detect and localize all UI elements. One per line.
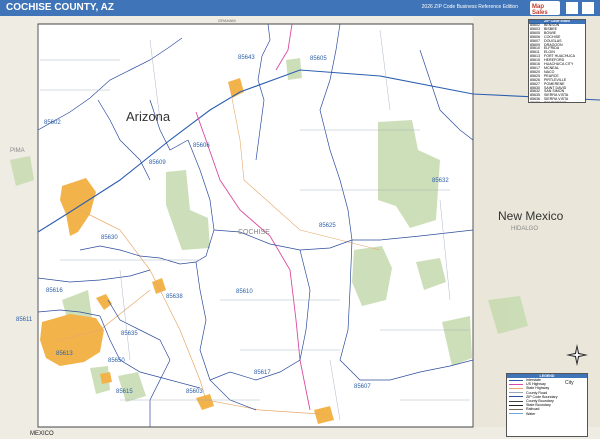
zip-label-85616: 85616	[46, 288, 63, 294]
legend-rows: Interstate US Highway State Highway County …	[507, 378, 587, 416]
zip-label-85609: 85609	[149, 160, 166, 166]
legend-item: Water	[507, 412, 587, 416]
city-hereford	[100, 372, 112, 384]
qr-code-icon	[566, 2, 578, 14]
zip-label-85650: 85650	[108, 358, 125, 364]
zip-label-85625: 85625	[319, 223, 336, 229]
zip-index-row: 85638 TOMBSTONE	[530, 101, 567, 102]
legend-swatch	[509, 396, 523, 398]
legend-swatch	[509, 383, 523, 385]
legend-city-label: City	[565, 380, 574, 386]
green-area-north	[286, 58, 302, 80]
zip-label-85630: 85630	[101, 235, 118, 241]
graham-county-area	[38, 16, 473, 24]
zip-label-85606: 85606	[193, 143, 210, 149]
legend-swatch	[509, 379, 523, 381]
county-label-hidalgo: HIDALGO	[511, 226, 538, 232]
qr-code-icon-2	[582, 2, 594, 14]
zip-label-85603: 85603	[186, 389, 203, 395]
zip-label-85632: 85632	[432, 178, 449, 184]
county-label-cochise: COCHISE	[238, 229, 270, 236]
county-label-pima: PIMA	[10, 148, 25, 154]
zip-label-85617: 85617	[254, 370, 271, 376]
map-header: COCHISE COUNTY, AZ 2026 ZIP Code Busines…	[0, 0, 600, 16]
map-title: COCHISE COUNTY, AZ	[6, 2, 114, 13]
zip-label-85615: 85615	[116, 389, 133, 395]
zip-label-85638: 85638	[166, 294, 183, 300]
zip-index-city: TOMBSTONE	[544, 101, 567, 102]
zip-label-85643: 85643	[238, 55, 255, 61]
legend-swatch	[509, 408, 523, 410]
zip-label-85607: 85607	[354, 384, 371, 390]
legend-label: Water	[526, 411, 536, 416]
compass-rose-icon	[566, 344, 588, 366]
zip-label-85613: 85613	[56, 351, 73, 357]
legend-swatch	[509, 387, 523, 389]
zip-index-code: 85638	[530, 101, 540, 102]
county-label-graham: GRAHAM	[218, 18, 236, 23]
publisher-logo: Map Sales	[530, 1, 560, 16]
edition-text: 2026 ZIP Code Business Reference Edition	[421, 4, 518, 10]
legend-swatch	[509, 392, 523, 394]
zip-label-85610: 85610	[236, 289, 253, 295]
zip-label-85605: 85605	[310, 56, 327, 62]
legend-swatch	[509, 404, 523, 406]
zip-code-index-table: ZIP Code Index 85602 BENSON 85603 BISBEE 856…	[528, 19, 586, 103]
zip-label-85611: 85611	[16, 317, 33, 323]
zip-label-85602: 85602	[44, 120, 61, 126]
pima-county-area	[0, 16, 38, 428]
legend-swatch	[509, 413, 523, 415]
zip-index-rows: 85602 BENSON 85603 BISBEE 85605 BOWIE 85606 COC…	[529, 23, 585, 102]
country-label-mexico: MEXICO	[30, 431, 54, 437]
zip-label-85635: 85635	[121, 331, 138, 337]
map-legend: LEGEND Interstate US Highway State Highway…	[506, 373, 588, 437]
state-label-new-mexico: New Mexico	[498, 209, 564, 223]
state-label-arizona: Arizona	[126, 109, 171, 124]
logo-text: Map Sales	[532, 4, 548, 16]
legend-swatch	[509, 400, 523, 402]
